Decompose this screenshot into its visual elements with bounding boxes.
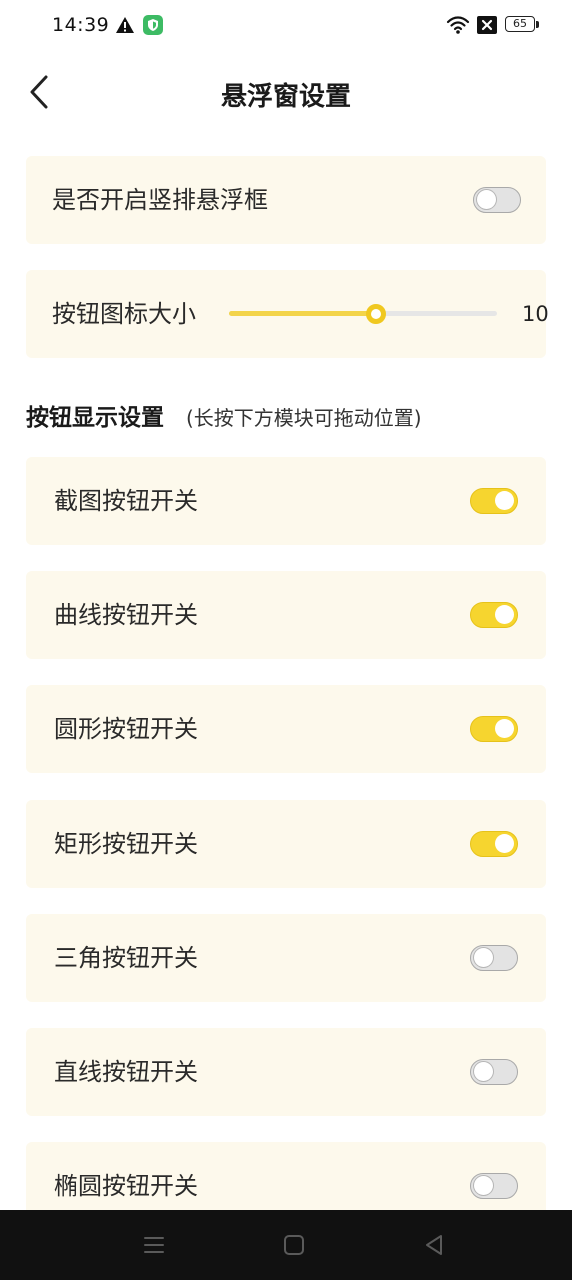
wifi-icon <box>446 16 470 34</box>
button-card-label: 矩形按钮开关 <box>54 830 198 858</box>
battery-tip <box>536 21 539 28</box>
icon-size-card: 按钮图标大小 10 <box>26 270 549 358</box>
back-triangle-icon[interactable] <box>421 1232 447 1258</box>
shield-icon <box>143 15 163 35</box>
button-card-label: 曲线按钮开关 <box>54 601 198 629</box>
button-card-circle[interactable]: 圆形按钮开关 <box>26 685 546 773</box>
screen: 14:39 65 悬浮窗设置 是否开启竖排悬浮框 按钮图标大小 10 按钮显示设… <box>0 0 572 1280</box>
slider-fill <box>229 311 376 316</box>
button-toggle-screenshot[interactable] <box>470 488 518 514</box>
toggle-knob <box>495 491 514 510</box>
button-toggle-curve[interactable] <box>470 602 518 628</box>
icon-size-value: 10 <box>522 302 549 326</box>
button-card-rectangle[interactable]: 矩形按钮开关 <box>26 800 546 888</box>
header: 悬浮窗设置 <box>0 62 572 122</box>
home-icon[interactable] <box>281 1232 307 1258</box>
button-toggle-rectangle[interactable] <box>470 831 518 857</box>
toggle-knob <box>495 719 514 738</box>
button-card-screenshot[interactable]: 截图按钮开关 <box>26 457 546 545</box>
vertical-mode-card: 是否开启竖排悬浮框 <box>26 156 546 244</box>
vertical-mode-toggle[interactable] <box>473 187 521 213</box>
page-title: 悬浮窗设置 <box>220 82 351 112</box>
toggle-knob <box>474 1062 493 1081</box>
icon-size-slider[interactable] <box>229 300 497 328</box>
vertical-mode-label: 是否开启竖排悬浮框 <box>52 186 268 214</box>
no-sim-icon <box>477 16 497 34</box>
icon-size-label: 按钮图标大小 <box>52 300 196 328</box>
button-toggle-line[interactable] <box>470 1059 518 1085</box>
toggle-knob <box>495 605 514 624</box>
toggle-knob <box>474 948 493 967</box>
button-card-label: 三角按钮开关 <box>54 944 198 972</box>
battery-icon: 65 <box>505 16 539 34</box>
status-time: 14:39 <box>52 14 110 36</box>
navigation-bar <box>0 1210 572 1280</box>
toggle-knob <box>477 190 496 209</box>
button-card-label: 截图按钮开关 <box>54 487 198 515</box>
button-card-curve[interactable]: 曲线按钮开关 <box>26 571 546 659</box>
section-title: 按钮显示设置 <box>26 405 164 431</box>
warning-icon <box>116 17 134 33</box>
button-toggle-circle[interactable] <box>470 716 518 742</box>
button-toggle-triangle[interactable] <box>470 945 518 971</box>
button-toggle-ellipse[interactable] <box>470 1173 518 1199</box>
status-bar: 14:39 65 <box>0 0 572 52</box>
section-hint: (长按下方模块可拖动位置) <box>186 406 422 430</box>
menu-icon[interactable] <box>141 1232 167 1258</box>
toggle-knob <box>495 834 514 853</box>
toggle-knob <box>474 1176 493 1195</box>
battery-level: 65 <box>513 17 527 30</box>
section-header: 按钮显示设置 (长按下方模块可拖动位置) <box>26 398 422 432</box>
button-card-triangle[interactable]: 三角按钮开关 <box>26 914 546 1002</box>
slider-thumb[interactable] <box>366 304 386 324</box>
button-card-line[interactable]: 直线按钮开关 <box>26 1028 546 1116</box>
button-card-label: 直线按钮开关 <box>54 1058 198 1086</box>
button-card-label: 圆形按钮开关 <box>54 715 198 743</box>
